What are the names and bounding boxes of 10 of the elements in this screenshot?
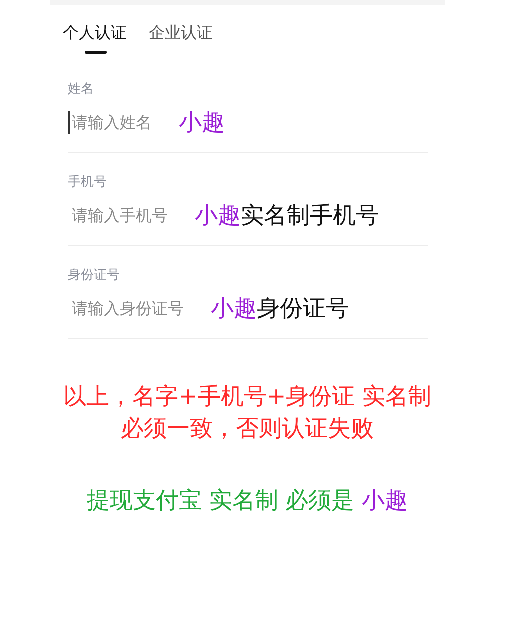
annotation-text: 小趣 [178,108,225,138]
note-text: 提现支付宝 实名制 必须是 小趣 [87,487,408,516]
field-label: 手机号 [68,174,107,191]
field-label: 身份证号 [68,267,120,284]
annotation-text: 小趣身份证号 [210,294,349,324]
annotation-text: 小趣实名制手机号 [194,202,379,230]
tab[interactable]: 个人认证 [63,19,127,56]
note-text: 以上，名字+手机号+身份证 实名制 必须一致，否则认证失败 [64,383,432,444]
field-label: 姓名 [68,81,94,98]
tab[interactable]: 企业认证 [149,19,213,56]
